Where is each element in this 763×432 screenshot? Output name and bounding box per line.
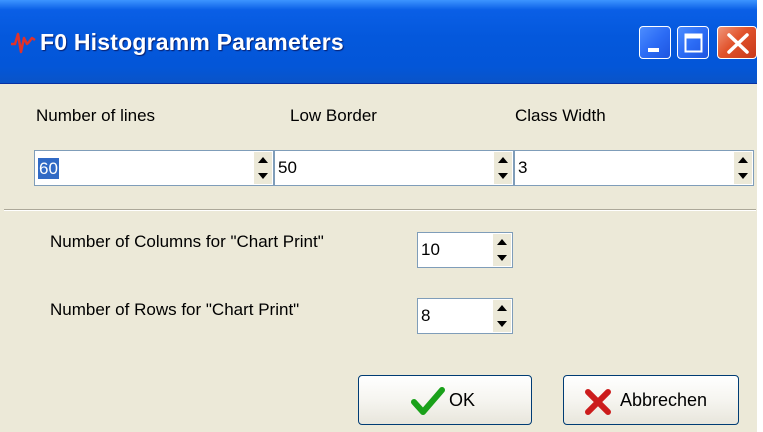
histogram-parameters-section: Number of lines Low Border Class Width 6… bbox=[4, 86, 756, 211]
spin-up-icon[interactable] bbox=[254, 152, 272, 168]
columns-spinbox[interactable]: 10 bbox=[417, 232, 513, 268]
number-of-lines-spinbox[interactable]: 60 bbox=[34, 150, 274, 186]
maximize-icon bbox=[684, 33, 703, 53]
pitch-wave-icon bbox=[11, 32, 36, 54]
spin-arrows bbox=[493, 300, 511, 332]
spin-up-icon[interactable] bbox=[493, 300, 511, 316]
class-width-spinbox[interactable]: 3 bbox=[514, 150, 754, 186]
ok-button[interactable]: OK bbox=[358, 375, 532, 425]
cancel-label: Abbrechen bbox=[620, 390, 708, 410]
spin-down-icon[interactable] bbox=[494, 168, 512, 184]
columns-label: Number of Columns for "Chart Print" bbox=[50, 232, 324, 251]
class-width-label: Class Width bbox=[515, 106, 606, 125]
title-bar[interactable]: F0 Histogramm Parameters bbox=[0, 0, 757, 84]
low-border-label: Low Border bbox=[290, 106, 377, 125]
rows-label: Number of Rows for "Chart Print" bbox=[50, 300, 300, 319]
rows-spinbox[interactable]: 8 bbox=[417, 298, 513, 334]
spin-up-icon[interactable] bbox=[734, 152, 752, 168]
spin-arrows bbox=[494, 152, 512, 184]
columns-value[interactable]: 10 bbox=[421, 233, 440, 267]
dialog-window: F0 Histogramm Parameters Number of lines… bbox=[0, 0, 757, 432]
spin-down-icon[interactable] bbox=[734, 168, 752, 184]
close-icon bbox=[727, 33, 749, 54]
spin-down-icon[interactable] bbox=[493, 250, 511, 266]
class-width-value[interactable]: 3 bbox=[518, 151, 527, 185]
number-of-lines-label: Number of lines bbox=[36, 106, 156, 125]
cancel-button[interactable]: Abbrechen bbox=[563, 375, 739, 425]
x-cross-icon bbox=[585, 389, 611, 415]
spin-up-icon[interactable] bbox=[494, 152, 512, 168]
number-of-lines-value[interactable]: 60 bbox=[38, 158, 59, 179]
spin-up-icon[interactable] bbox=[493, 234, 511, 250]
close-button[interactable] bbox=[717, 26, 757, 59]
maximize-button[interactable] bbox=[677, 26, 709, 59]
low-border-spinbox[interactable]: 50 bbox=[274, 150, 514, 186]
spin-down-icon[interactable] bbox=[493, 316, 511, 332]
spin-arrows bbox=[493, 234, 511, 266]
rows-value[interactable]: 8 bbox=[421, 299, 430, 333]
spin-arrows bbox=[734, 152, 752, 184]
ok-label: OK bbox=[449, 390, 476, 410]
low-border-value[interactable]: 50 bbox=[278, 151, 297, 185]
spin-arrows bbox=[254, 152, 272, 184]
minimize-button[interactable] bbox=[639, 26, 671, 59]
chart-print-section: Number of Columns for "Chart Print" 10 N… bbox=[4, 212, 756, 432]
checkmark-icon bbox=[411, 387, 445, 415]
spin-down-icon[interactable] bbox=[254, 168, 272, 184]
window-title: F0 Histogramm Parameters bbox=[40, 29, 344, 55]
minimize-icon bbox=[648, 48, 659, 52]
